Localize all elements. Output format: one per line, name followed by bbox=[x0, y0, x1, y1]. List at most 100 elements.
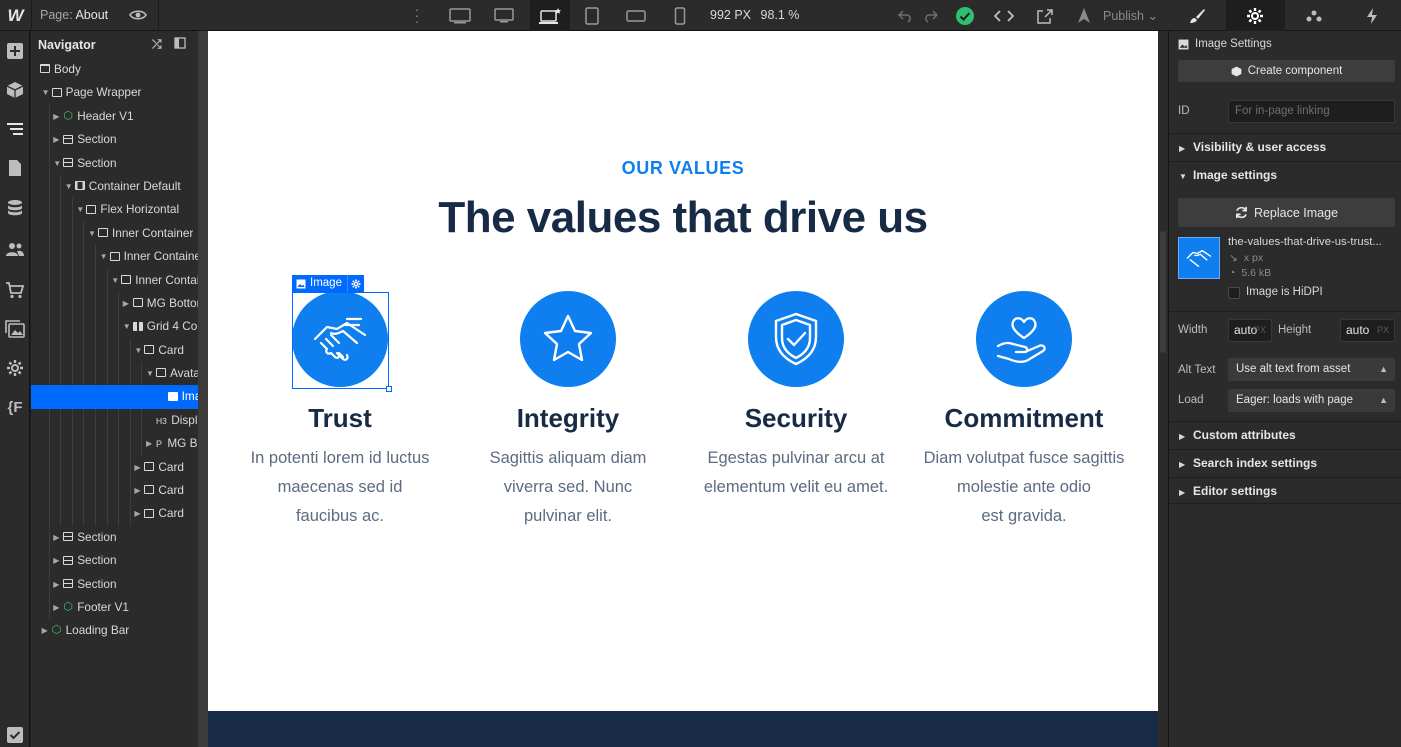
expand-caret-down-icon[interactable]: ▼ bbox=[123, 315, 131, 338]
navigator-row[interactable]: ▼ Card bbox=[31, 338, 198, 363]
id-input[interactable]: For in-page linking bbox=[1228, 100, 1395, 123]
navigator-layers-icon[interactable] bbox=[3, 117, 27, 141]
breakpoint-tablet-button[interactable] bbox=[575, 0, 609, 31]
page-selector[interactable]: Page: About bbox=[40, 8, 108, 22]
visibility-section-toggle[interactable]: ▶ Visibility & user access bbox=[1169, 133, 1401, 160]
tab-lightning[interactable] bbox=[1343, 0, 1401, 31]
share-icon[interactable] bbox=[1035, 6, 1055, 26]
expand-caret-down-icon[interactable]: ▼ bbox=[42, 81, 50, 104]
expand-caret-down-icon[interactable]: ▼ bbox=[100, 245, 108, 268]
create-component-button[interactable]: Create component bbox=[1178, 60, 1395, 82]
navigator-row[interactable]: ▼ Section bbox=[31, 151, 198, 175]
card-avatar[interactable] bbox=[748, 291, 844, 387]
scrollbar-thumb[interactable] bbox=[1160, 231, 1166, 353]
navigator-row[interactable]: ▶ Section bbox=[31, 525, 198, 550]
card-title[interactable]: Integrity bbox=[463, 403, 673, 434]
expand-caret-right-icon[interactable]: ▶ bbox=[53, 128, 59, 151]
expand-caret-right-icon[interactable]: ▶ bbox=[53, 573, 59, 596]
expand-caret-right-icon[interactable]: ▶ bbox=[53, 105, 59, 128]
expand-caret-right-icon[interactable]: ▶ bbox=[146, 432, 152, 455]
editor-settings-section-toggle[interactable]: ▶ Editor settings bbox=[1169, 477, 1401, 504]
expand-caret-right-icon[interactable]: ▶ bbox=[42, 619, 48, 642]
width-input[interactable]: auto PX bbox=[1228, 319, 1272, 342]
webflow-logo[interactable]: W bbox=[0, 0, 31, 31]
collapse-all-icon[interactable]: ⤮ bbox=[152, 37, 162, 52]
section-headline[interactable]: The values that drive us bbox=[208, 193, 1158, 243]
section-eyebrow[interactable]: OUR VALUES bbox=[208, 158, 1158, 179]
expand-caret-down-icon[interactable]: ▼ bbox=[76, 198, 84, 221]
alt-text-select[interactable]: Use alt text from asset ▲ bbox=[1228, 358, 1395, 381]
card-title[interactable]: Trust bbox=[235, 403, 445, 434]
replace-image-button[interactable]: Replace Image bbox=[1178, 198, 1395, 227]
breakpoint-large-desktop-button[interactable] bbox=[443, 0, 477, 31]
pages-document-icon[interactable] bbox=[3, 156, 27, 180]
canvas-scrollbar[interactable] bbox=[1158, 31, 1168, 747]
tab-interactions[interactable] bbox=[1285, 0, 1343, 31]
card-avatar[interactable] bbox=[292, 291, 388, 387]
value-card-trust[interactable]: Trust In potenti lorem id luctus maecena… bbox=[235, 291, 445, 531]
value-card-integrity[interactable]: Integrity Sagittis aliquam diam viverra … bbox=[463, 291, 673, 531]
search-index-section-toggle[interactable]: ▶ Search index settings bbox=[1169, 449, 1401, 476]
hidpi-checkbox[interactable] bbox=[1228, 287, 1240, 299]
navigator-row[interactable]: Ima bbox=[31, 385, 198, 409]
tab-settings[interactable] bbox=[1226, 0, 1285, 31]
expand-caret-down-icon[interactable]: ▼ bbox=[146, 362, 154, 385]
navigator-row[interactable]: ▶ Card bbox=[31, 479, 198, 503]
element-settings-gear-icon[interactable] bbox=[346, 275, 364, 292]
components-cube-icon[interactable] bbox=[3, 78, 27, 102]
breakpoint-desktop-base-button[interactable] bbox=[530, 0, 570, 31]
height-input[interactable]: auto PX bbox=[1340, 319, 1395, 342]
expand-caret-right-icon[interactable]: ▶ bbox=[123, 292, 129, 315]
site-settings-gear-icon[interactable] bbox=[3, 356, 27, 380]
card-title[interactable]: Security bbox=[691, 403, 901, 434]
navigator-row[interactable]: ▼ Inner Container bbox=[31, 245, 198, 269]
load-select[interactable]: Eager: loads with page ▲ bbox=[1228, 389, 1395, 412]
navigator-row[interactable]: ▼ Avata bbox=[31, 362, 198, 386]
expand-caret-down-icon[interactable]: ▼ bbox=[111, 269, 119, 292]
image-settings-section-toggle[interactable]: ▼ Image settings bbox=[1169, 161, 1401, 188]
undo-icon[interactable] bbox=[896, 6, 916, 26]
selection-tag[interactable]: Image bbox=[292, 275, 364, 292]
expand-caret-right-icon[interactable]: ▶ bbox=[134, 479, 140, 502]
footer-section-preview[interactable] bbox=[208, 711, 1158, 747]
navigator-row[interactable]: ▼ Inner Container bbox=[31, 221, 198, 246]
ecommerce-cart-icon[interactable] bbox=[3, 278, 27, 302]
navigator-row[interactable]: ▼ Inner Contai bbox=[31, 268, 198, 292]
navigator-row[interactable]: ▶ MG Bottor bbox=[31, 291, 198, 316]
asset-thumbnail[interactable] bbox=[1178, 237, 1220, 279]
users-icon[interactable] bbox=[3, 237, 27, 261]
card-description[interactable]: In potenti lorem id luctus maecenas sed … bbox=[235, 444, 445, 531]
navigator-row[interactable]: ▼ Container Default bbox=[31, 174, 198, 199]
expand-caret-right-icon[interactable]: ▶ bbox=[53, 596, 59, 619]
navigator-row[interactable]: ▶ P MG B bbox=[31, 432, 198, 456]
navigator-row[interactable]: ▶ Section bbox=[31, 549, 198, 573]
expand-caret-down-icon[interactable]: ▼ bbox=[53, 152, 61, 175]
tab-style[interactable] bbox=[1168, 0, 1226, 31]
breakpoint-mobile-landscape-button[interactable] bbox=[619, 0, 653, 31]
custom-attributes-section-toggle[interactable]: ▶ Custom attributes bbox=[1169, 421, 1401, 448]
navigator-row[interactable]: ▶ Card bbox=[31, 502, 198, 526]
assets-images-icon[interactable] bbox=[3, 317, 27, 341]
task-checkbox-icon[interactable] bbox=[3, 723, 27, 747]
card-description[interactable]: Diam volutpat fusce sagittis molestie an… bbox=[919, 444, 1129, 531]
more-dots-icon[interactable]: · · · bbox=[414, 2, 420, 28]
expand-caret-down-icon[interactable]: ▼ bbox=[65, 175, 73, 198]
navigator-row[interactable]: H3 Displ bbox=[31, 408, 198, 433]
navigator-row[interactable]: ▶ ⬡ Footer V1 bbox=[31, 595, 198, 620]
add-panel-plus-icon[interactable] bbox=[3, 39, 27, 63]
navigator-row[interactable]: ▶ Card bbox=[31, 455, 198, 480]
breakpoint-desktop-wide-button[interactable] bbox=[487, 0, 521, 31]
preview-eye-icon[interactable] bbox=[129, 7, 147, 23]
card-title[interactable]: Commitment bbox=[919, 403, 1129, 434]
expand-caret-right-icon[interactable]: ▶ bbox=[134, 456, 140, 479]
breakpoint-mobile-portrait-button[interactable] bbox=[663, 0, 697, 31]
value-card-commitment[interactable]: Commitment Diam volutpat fusce sagittis … bbox=[919, 291, 1129, 531]
expand-caret-right-icon[interactable]: ▶ bbox=[53, 549, 59, 572]
redo-icon[interactable] bbox=[920, 6, 940, 26]
expand-caret-right-icon[interactable]: ▶ bbox=[134, 502, 140, 525]
card-avatar[interactable] bbox=[976, 291, 1072, 387]
navigator-row[interactable]: ▼ Grid 4 Col bbox=[31, 315, 198, 339]
navigator-row[interactable]: ▶ Section bbox=[31, 572, 198, 596]
navigator-row[interactable]: ▶ Section bbox=[31, 128, 198, 152]
navigator-row[interactable]: Body bbox=[31, 58, 198, 81]
